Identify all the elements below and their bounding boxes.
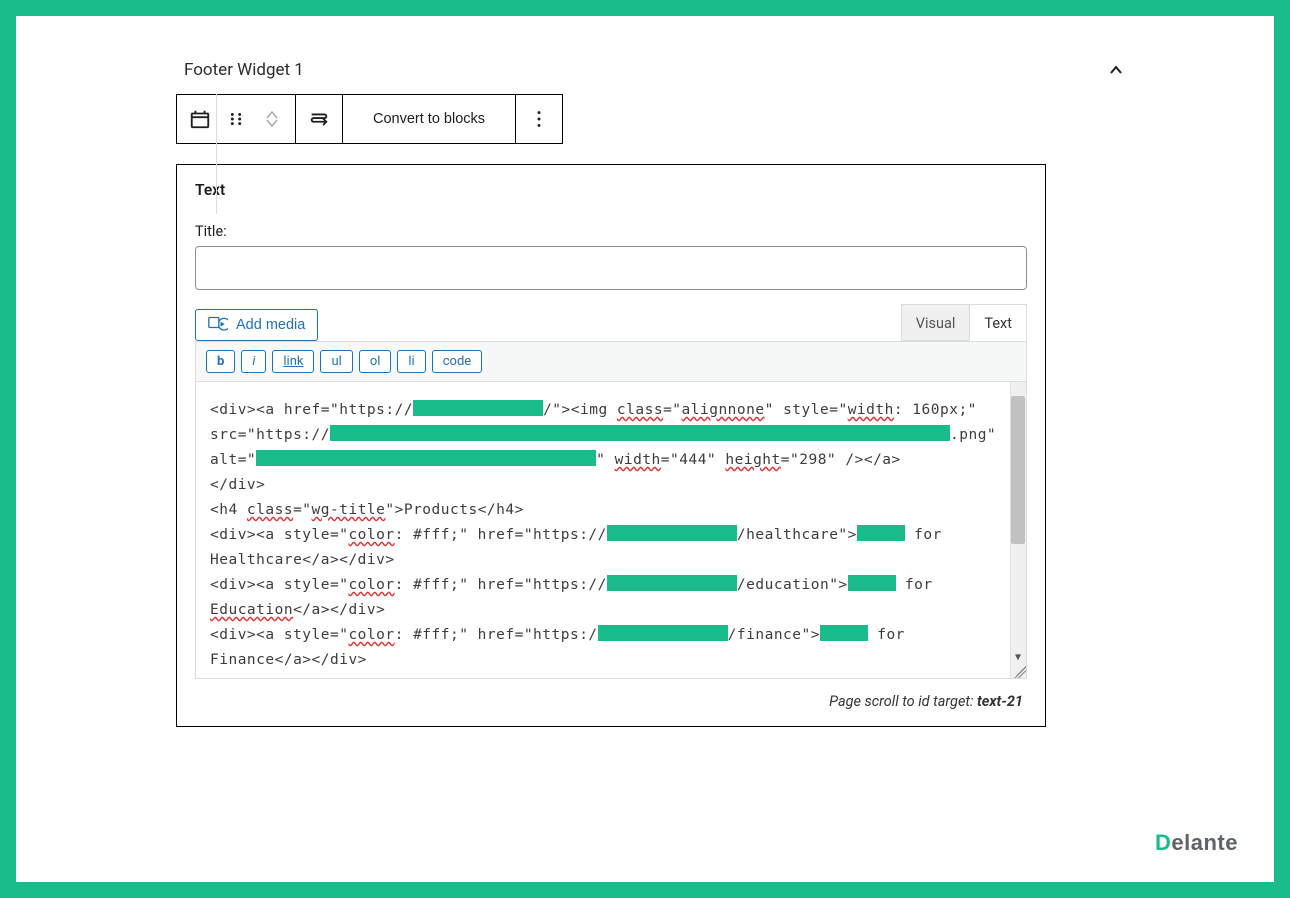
qt-ul[interactable]: ul bbox=[320, 350, 352, 373]
widget-type-label: Text bbox=[195, 181, 1027, 199]
qt-code[interactable]: code bbox=[432, 350, 482, 373]
scroll-thumb[interactable] bbox=[1011, 396, 1025, 544]
editor-tabs: Visual Text bbox=[901, 304, 1027, 341]
qt-link[interactable]: link bbox=[272, 350, 314, 373]
transform-icon[interactable] bbox=[308, 108, 330, 130]
code-textarea[interactable]: <div><a href="https:///"><img class="ali… bbox=[196, 382, 1026, 678]
scrollbar[interactable]: ▼ bbox=[1010, 382, 1026, 678]
qt-li[interactable]: li bbox=[397, 350, 425, 373]
block-toolbar: Convert to blocks bbox=[176, 94, 563, 144]
resize-grip-icon[interactable] bbox=[1010, 664, 1026, 678]
vertical-divider bbox=[216, 94, 217, 214]
qt-italic[interactable]: i bbox=[241, 350, 266, 373]
convert-to-blocks-button[interactable]: Convert to blocks bbox=[355, 111, 503, 127]
qt-bold[interactable]: b bbox=[206, 350, 235, 373]
tab-visual[interactable]: Visual bbox=[901, 304, 970, 341]
widget-box: Text Title: Add media Visual Text b i l bbox=[176, 164, 1046, 727]
tab-text[interactable]: Text bbox=[969, 304, 1027, 341]
scroll-arrow-down-icon[interactable]: ▼ bbox=[1010, 650, 1026, 664]
drag-handle-icon[interactable] bbox=[225, 108, 247, 130]
editor-wrap: b i link ul ol li code <div><a href="htt… bbox=[195, 341, 1027, 679]
page-scroll-hint: Page scroll to id target: text-21 bbox=[195, 679, 1027, 716]
quicktags-toolbar: b i link ul ol li code bbox=[196, 342, 1026, 382]
title-label: Title: bbox=[195, 223, 1027, 240]
add-media-label: Add media bbox=[236, 317, 305, 333]
media-icon bbox=[208, 316, 228, 334]
section-title: Footer Widget 1 bbox=[184, 60, 304, 80]
qt-ol[interactable]: ol bbox=[359, 350, 392, 373]
title-input[interactable] bbox=[195, 246, 1027, 290]
more-options-icon[interactable] bbox=[528, 108, 550, 130]
move-updown-icon[interactable] bbox=[261, 108, 283, 130]
delante-logo: Delante bbox=[1155, 830, 1238, 856]
legacy-widget-icon[interactable] bbox=[189, 108, 211, 130]
add-media-button[interactable]: Add media bbox=[195, 309, 318, 341]
chevron-up-icon[interactable] bbox=[1108, 62, 1124, 78]
